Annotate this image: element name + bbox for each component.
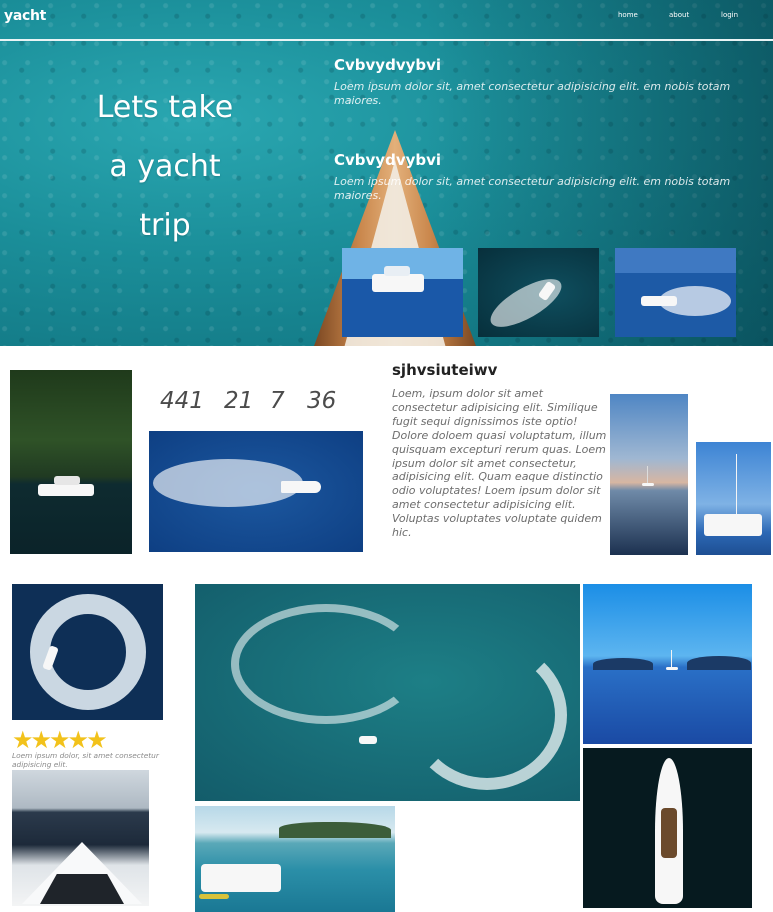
speedboat-hull — [281, 481, 321, 493]
boat-wake — [483, 270, 569, 336]
speedboat-hull — [359, 736, 377, 744]
sailboat-hull — [666, 667, 678, 670]
nav-divider — [0, 39, 773, 41]
boat-wake — [231, 604, 421, 724]
main-nav: home about login — [0, 11, 773, 23]
yacht-aerial-photo[interactable] — [583, 748, 752, 908]
stat-value: 441 — [160, 388, 204, 414]
hero-title: Lets take a yacht trip — [80, 78, 250, 255]
sailboat-hull — [642, 483, 654, 486]
catamaran-photo[interactable] — [696, 442, 771, 555]
yacht-deck — [661, 808, 677, 858]
circle-wake-photo[interactable] — [12, 584, 163, 720]
hero-text-block: Cvbvydvybvi Loem ipsum dolor sit, amet c… — [334, 56, 770, 108]
yacht-deck-photo[interactable] — [12, 770, 149, 906]
nav-login-link[interactable]: login — [721, 11, 738, 19]
hero-title-line: trip — [139, 208, 191, 243]
stat-value: 36 — [307, 388, 337, 414]
yacht-photo-thumb[interactable] — [342, 248, 463, 337]
stats-row: 441 21 7 36 — [160, 388, 360, 416]
catamaran-hull — [201, 864, 281, 892]
island — [687, 656, 751, 670]
speedboat-photo[interactable] — [149, 431, 363, 552]
yacht-cabin — [54, 476, 80, 485]
stat-value: 21 — [224, 388, 254, 414]
yacht-hull — [641, 296, 677, 306]
yacht-hull — [372, 274, 424, 292]
hero-block-heading: Cvbvydvybvi — [334, 151, 442, 169]
hero-title-line: Lets take — [96, 90, 234, 125]
yacht-cabin — [384, 266, 410, 276]
yacht-turn-photo-thumb[interactable] — [615, 248, 736, 337]
sailboat-mast — [671, 650, 672, 668]
island — [279, 822, 391, 838]
catamaran-hull — [704, 514, 762, 536]
island — [593, 658, 653, 670]
review-text: Loem ipsum dolor, sit amet consectetur a… — [12, 751, 159, 769]
stat-value: 7 — [270, 388, 285, 414]
yacht-hull — [38, 484, 94, 496]
nav-home-link[interactable]: home — [618, 11, 638, 19]
speedboat-photo-thumb[interactable] — [478, 248, 599, 337]
hero-title-line: a yacht — [109, 149, 221, 184]
hero-section: yacht home about login Lets take a yacht… — [0, 0, 773, 346]
hero-block-text: Loem ipsum dolor sit, amet consectetur a… — [334, 80, 731, 107]
catamaran-beach-photo[interactable] — [195, 806, 395, 912]
kayak — [199, 894, 229, 899]
feature-title: sjhvsiuteiwv — [392, 361, 498, 379]
hero-block-heading: Cvbvydvybvi — [334, 56, 442, 74]
boat-wake — [407, 640, 567, 790]
rating-stars: ★★★★★ — [12, 726, 108, 754]
swirl-wake-photo[interactable] — [195, 584, 580, 801]
feature-text: Loem, ipsum dolor sit amet consectetur a… — [392, 387, 607, 540]
hero-text-block: Cvbvydvybvi Loem ipsum dolor sit, amet c… — [334, 151, 770, 203]
nav-about-link[interactable]: about — [669, 11, 689, 19]
sunset-sailboat-photo[interactable] — [610, 394, 688, 555]
yacht-forest-photo[interactable] — [10, 370, 132, 554]
sailboat-mast — [647, 466, 648, 484]
catamaran-mast — [736, 454, 737, 516]
bay-sailboat-photo[interactable] — [583, 584, 752, 744]
hero-block-text: Loem ipsum dolor sit, amet consectetur a… — [334, 175, 731, 202]
